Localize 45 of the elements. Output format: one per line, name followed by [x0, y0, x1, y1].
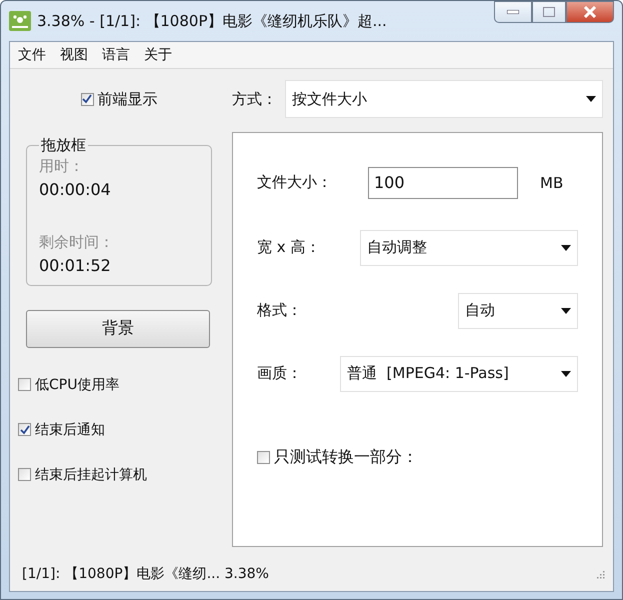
- dropdown[interactable]: 自动: [458, 292, 578, 328]
- status-text: [1/1]: 【1080P】电影《缝纫... 3.38%: [22, 565, 269, 583]
- checkbox[interactable]: [18, 468, 31, 481]
- time-value: 00:01:52: [39, 256, 112, 274]
- field-label: 文件大小：: [257, 173, 332, 192]
- checkbox-label: 低CPU使用率: [35, 376, 120, 394]
- input-field[interactable]: 100: [368, 166, 518, 198]
- caret-icon: [586, 96, 596, 102]
- field-label: 格式：: [257, 301, 302, 320]
- menu-item[interactable]: 文件: [18, 46, 46, 64]
- checkbox-label: 前端显示: [98, 90, 158, 108]
- unit-label: MB: [540, 174, 564, 192]
- resize-grip-icon: [595, 569, 605, 579]
- checkbox[interactable]: [18, 378, 31, 391]
- dropdown[interactable]: 按文件大小: [285, 80, 603, 118]
- background-button[interactable]: 背景: [26, 310, 210, 348]
- field-label: 剩余时间：: [39, 232, 115, 252]
- checkbox-label: 只测试转换一部分：: [274, 447, 418, 468]
- dropdown[interactable]: 普通 [MPEG4: 1-Pass]: [340, 356, 578, 392]
- minimize-icon: [507, 10, 519, 14]
- caret-icon: [561, 308, 571, 314]
- window-title: 3.38% - [1/1]: 【1080P】电影《缝纫机乐队》超...: [37, 12, 388, 30]
- dropdown[interactable]: 自动调整: [360, 230, 578, 266]
- checkbox[interactable]: [18, 423, 31, 436]
- maximize-icon: [543, 7, 555, 17]
- field-label: 画质：: [257, 364, 302, 383]
- group-title: 拖放框: [40, 136, 87, 154]
- minimize-button[interactable]: [494, 1, 532, 23]
- checkbox-label: 结束后通知: [35, 420, 105, 438]
- field-label: 用时：: [39, 156, 85, 176]
- checkbox[interactable]: [80, 92, 94, 106]
- checkbox[interactable]: [257, 451, 270, 464]
- menu-item[interactable]: 语言: [102, 46, 130, 64]
- close-button[interactable]: [566, 1, 614, 23]
- close-icon: [583, 6, 597, 18]
- time-value: 00:00:04: [39, 180, 112, 198]
- checkbox-label: 结束后挂起计算机: [35, 466, 147, 484]
- menu-item[interactable]: 关于: [144, 46, 172, 64]
- menu-item[interactable]: 视图: [60, 46, 88, 64]
- field-label: 宽 x 高：: [257, 238, 320, 257]
- caret-icon: [561, 244, 571, 250]
- maximize-button[interactable]: [532, 1, 566, 23]
- caret-icon: [561, 370, 571, 376]
- field-label: 方式：: [232, 90, 277, 108]
- app-icon: [9, 11, 31, 31]
